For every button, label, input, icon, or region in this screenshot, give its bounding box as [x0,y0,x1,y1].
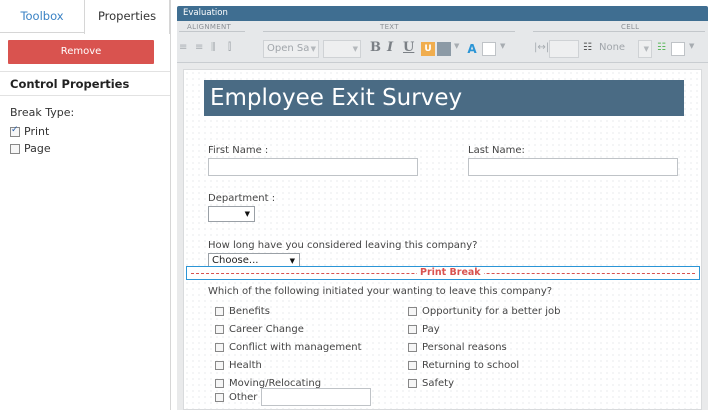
group-label-text: TEXT [380,23,399,31]
reason-option[interactable]: Health [215,360,262,371]
reason-checkbox[interactable] [408,343,417,352]
reason-option[interactable]: Conflict with management [215,342,362,353]
divider [0,95,170,96]
print-break-control[interactable]: Print Break [186,266,700,280]
reason-checkbox[interactable] [215,325,224,334]
initiated-question-label: Which of the following initiated your wa… [208,286,553,297]
reason-label: Career Change [229,324,304,335]
reason-checkbox[interactable] [408,307,417,316]
group-divider [533,31,705,32]
chevron-down-icon: ▼ [643,45,649,53]
department-select[interactable]: ▼ [208,206,255,222]
break-type-label: Break Type: [10,106,75,119]
reason-checkbox[interactable] [408,325,417,334]
last-name-label: Last Name: [468,145,525,156]
cell-border-icon[interactable]: ☷ [583,42,592,53]
last-name-field[interactable] [468,158,678,176]
text-highlight-icon[interactable]: U [421,42,435,56]
page-checkbox[interactable] [10,143,20,154]
chevron-down-icon[interactable]: ▼ [454,42,459,50]
reason-checkbox[interactable] [215,379,224,388]
align-center-icon[interactable]: ≡ [195,42,203,53]
department-label: Department : [208,193,276,204]
font-color-swatch[interactable] [482,42,496,56]
reason-label: Benefits [229,306,270,317]
control-properties-title: Control Properties [10,77,130,91]
first-name-field[interactable] [208,158,418,176]
cell-width-input[interactable] [549,40,579,58]
chevron-down-icon[interactable]: ▼ [500,42,505,50]
reason-checkbox[interactable] [215,343,224,352]
reason-checkbox[interactable] [215,393,224,402]
how-long-value: Choose... [212,255,259,266]
group-divider [263,31,515,32]
cell-width-icon[interactable]: |↔| [534,42,549,53]
panel-tabs: Toolbox Properties [0,0,170,34]
divider [0,71,170,72]
font-color-icon[interactable]: A [465,42,479,56]
reason-option[interactable]: Safety [408,378,454,389]
cell-style-dropdown[interactable]: ▼ [638,40,652,58]
align-bottom-icon[interactable]: ⫿ [228,42,231,53]
reason-option[interactable]: Returning to school [408,360,519,371]
reason-option[interactable]: Benefits [215,306,270,317]
chevron-down-icon[interactable]: ▼ [689,42,694,50]
first-name-label: First Name : [208,145,269,156]
reason-label: Conflict with management [229,342,362,353]
editor-title: Evaluation [177,6,708,21]
back-color-swatch[interactable] [437,42,451,56]
reason-label: Returning to school [422,360,520,371]
tab-properties[interactable]: Properties [84,0,170,34]
group-label-cell: CELL [621,23,640,31]
group-divider [179,31,245,32]
break-type-page-option[interactable]: Page [10,142,51,155]
reason-checkbox[interactable] [215,361,224,370]
italic-button[interactable]: I [387,40,393,55]
page-option-label: Page [24,142,51,155]
reason-checkbox[interactable] [408,379,417,388]
chevron-down-icon: ▼ [352,45,358,53]
cell-background-icon[interactable]: ☷ [657,42,666,53]
group-label-alignment: ALIGNMENT [187,23,232,31]
chevron-down-icon: ▼ [310,45,316,53]
font-size-select[interactable]: ▼ [323,40,361,58]
reason-label: Health [229,360,262,371]
reason-label: Other [229,392,258,403]
bold-button[interactable]: B [370,40,381,55]
reason-option[interactable]: Personal reasons [408,342,507,353]
font-family-value: Open Sa [267,43,310,54]
reason-checkbox[interactable] [215,307,224,316]
print-break-label: Print Break [417,267,484,279]
reason-option[interactable]: Career Change [215,324,304,335]
reason-label: Safety [422,378,454,389]
break-type-print-option[interactable]: Print [10,125,49,138]
design-canvas: Employee Exit Survey First Name : Last N… [177,63,708,410]
cell-style-value: None [599,42,626,53]
align-top-icon[interactable]: ⫼ [211,42,216,53]
chevron-down-icon: ▼ [244,210,250,218]
survey-form: Employee Exit Survey First Name : Last N… [183,69,702,410]
font-family-select[interactable]: Open Sa ▼ [263,40,319,58]
reason-label: Personal reasons [422,342,507,353]
tab-toolbox[interactable]: Toolbox [0,0,84,32]
cell-color-swatch[interactable] [671,42,685,56]
reason-label: Pay [422,324,440,335]
remove-button[interactable]: Remove [8,40,154,64]
print-checkbox[interactable] [10,125,20,137]
print-option-label: Print [24,125,50,138]
reason-checkbox[interactable] [408,361,417,370]
properties-panel: Toolbox Properties Remove Control Proper… [0,0,171,410]
form-editor: Evaluation ALIGNMENT TEXT CELL ≡ ≡ ⫼ ⫿ O… [177,6,708,410]
underline-button[interactable]: U [403,40,414,55]
reason-option[interactable]: Other [215,392,257,403]
how-long-label: How long have you considered leaving thi… [208,240,478,251]
reason-option[interactable]: Pay [408,324,440,335]
reason-label: Opportunity for a better job [422,306,561,317]
survey-heading[interactable]: Employee Exit Survey [204,80,684,116]
reason-option[interactable]: Opportunity for a better job [408,306,560,317]
align-left-icon[interactable]: ≡ [179,42,187,53]
other-reason-field[interactable] [261,388,371,406]
formatting-ribbon: ALIGNMENT TEXT CELL ≡ ≡ ⫼ ⫿ Open Sa ▼ ▼ … [177,21,708,63]
